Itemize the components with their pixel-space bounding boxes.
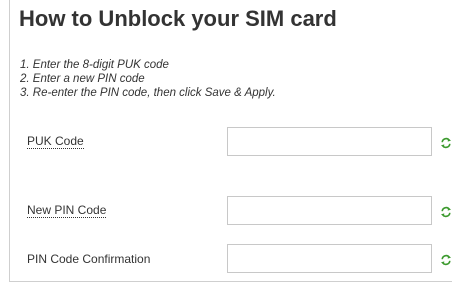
refresh-icon[interactable] — [440, 253, 452, 266]
puk-code-label: PUK Code — [27, 134, 84, 149]
pin-code-confirmation-label: PIN Code Confirmation — [27, 252, 151, 266]
instruction-step-2: 2. Enter a new PIN code — [20, 73, 145, 85]
new-pin-code-input[interactable] — [227, 196, 432, 225]
page-title: How to Unblock your SIM card — [19, 6, 337, 31]
instructions-list: 1. Enter the 8-digit PUK code 2. Enter a… — [20, 58, 276, 100]
puk-code-input[interactable] — [227, 127, 432, 156]
instruction-step-1: 1. Enter the 8-digit PUK code — [20, 59, 169, 71]
refresh-icon[interactable] — [440, 205, 452, 218]
refresh-icon[interactable] — [440, 136, 452, 149]
new-pin-code-label: New PIN Code — [27, 203, 107, 218]
instruction-step-3: 3. Re-enter the PIN code, then click Sav… — [20, 87, 276, 99]
pin-code-confirmation-input[interactable] — [227, 244, 432, 273]
